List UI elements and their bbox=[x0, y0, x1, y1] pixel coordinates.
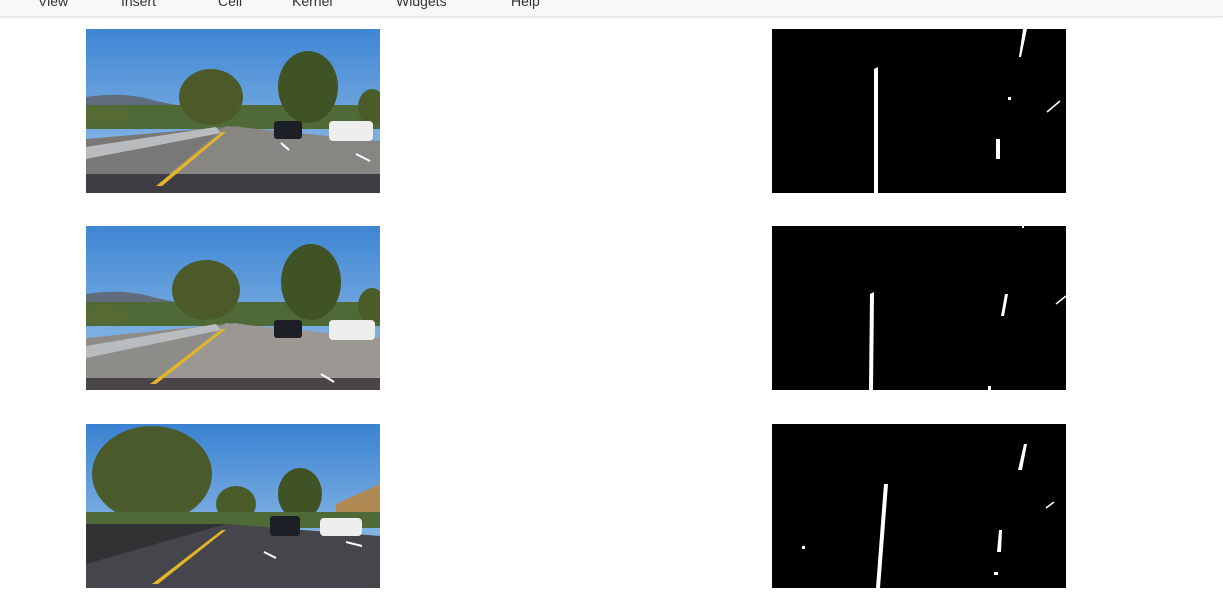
road-image-2 bbox=[86, 226, 380, 390]
menu-kernel[interactable]: Kernel bbox=[292, 0, 332, 14]
menu-cell[interactable]: Cell bbox=[218, 0, 242, 14]
menu-insert[interactable]: Insert bbox=[121, 0, 156, 14]
menu-help[interactable]: Help bbox=[511, 0, 540, 14]
road-image-1 bbox=[86, 29, 380, 193]
notebook-menubar: View Insert Cell Kernel Widgets Help bbox=[0, 0, 1223, 17]
menu-view[interactable]: View bbox=[38, 0, 68, 14]
road-image-3 bbox=[86, 424, 380, 588]
binary-mask-1 bbox=[772, 29, 1066, 193]
binary-mask-2 bbox=[772, 226, 1066, 390]
menu-widgets[interactable]: Widgets bbox=[396, 0, 447, 14]
binary-mask-3 bbox=[772, 424, 1066, 588]
